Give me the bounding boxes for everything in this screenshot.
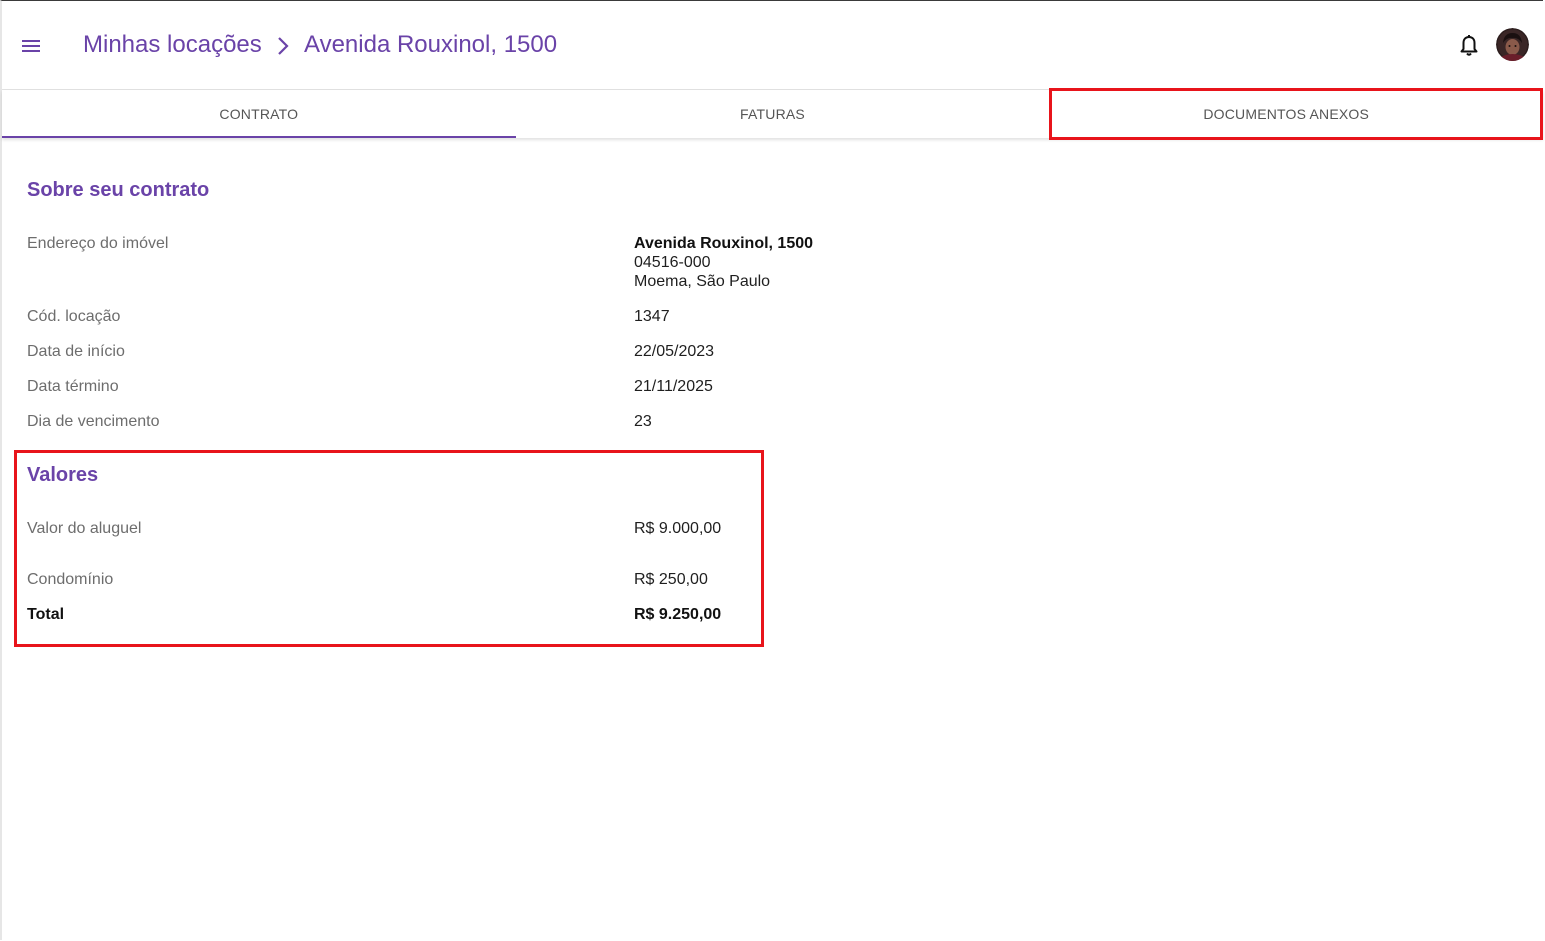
value-address-line2: 04516-000 <box>634 254 711 271</box>
label-rent: Valor do aluguel <box>27 520 142 537</box>
value-address-line3: Moema, São Paulo <box>634 273 771 290</box>
value-end-date: 21/11/2025 <box>634 378 713 395</box>
label-due-day: Dia de vencimento <box>27 413 160 430</box>
chevron-right-icon <box>275 35 291 57</box>
section-title-values: Valores <box>27 464 99 486</box>
section-title-contract: Sobre seu contrato <box>27 179 210 201</box>
label-code: Cód. locação <box>27 308 121 325</box>
page: Minhas locações Avenida Rouxinol, 1500 C… <box>0 0 1543 940</box>
user-avatar[interactable] <box>1496 28 1529 61</box>
value-rent: R$ 9.000,00 <box>634 520 722 537</box>
breadcrumb-current: Avenida Rouxinol, 1500 <box>304 31 558 58</box>
value-due-day: 23 <box>634 413 652 430</box>
tab-contrato[interactable]: CONTRATO <box>2 90 516 138</box>
value-start-date: 22/05/2023 <box>634 343 715 360</box>
value-address-line1: Avenida Rouxinol, 1500 <box>634 235 814 252</box>
label-end-date: Data término <box>27 378 119 395</box>
label-address: Endereço do imóvel <box>27 235 169 252</box>
label-total: Total <box>27 606 65 623</box>
menu-icon[interactable] <box>20 35 42 57</box>
app-header: Minhas locações Avenida Rouxinol, 1500 <box>2 1 1543 90</box>
value-code: 1347 <box>634 308 670 325</box>
breadcrumb-parent[interactable]: Minhas locações <box>83 29 262 61</box>
tab-label: FATURAS <box>740 106 805 122</box>
tab-label: CONTRATO <box>219 106 299 122</box>
label-start-date: Data de início <box>27 343 125 360</box>
value-condo: R$ 250,00 <box>634 571 708 588</box>
tab-bar: CONTRATO FATURAS DOCUMENTOS ANEXOS <box>2 90 1543 138</box>
label-condo: Condomínio <box>27 571 114 588</box>
bell-icon[interactable] <box>1458 34 1480 58</box>
value-total: R$ 9.250,00 <box>634 606 722 623</box>
tab-faturas[interactable]: FATURAS <box>516 90 1030 138</box>
tab-documentos-anexos[interactable]: DOCUMENTOS ANEXOS <box>1029 90 1543 138</box>
tab-label: DOCUMENTOS ANEXOS <box>1203 106 1370 122</box>
